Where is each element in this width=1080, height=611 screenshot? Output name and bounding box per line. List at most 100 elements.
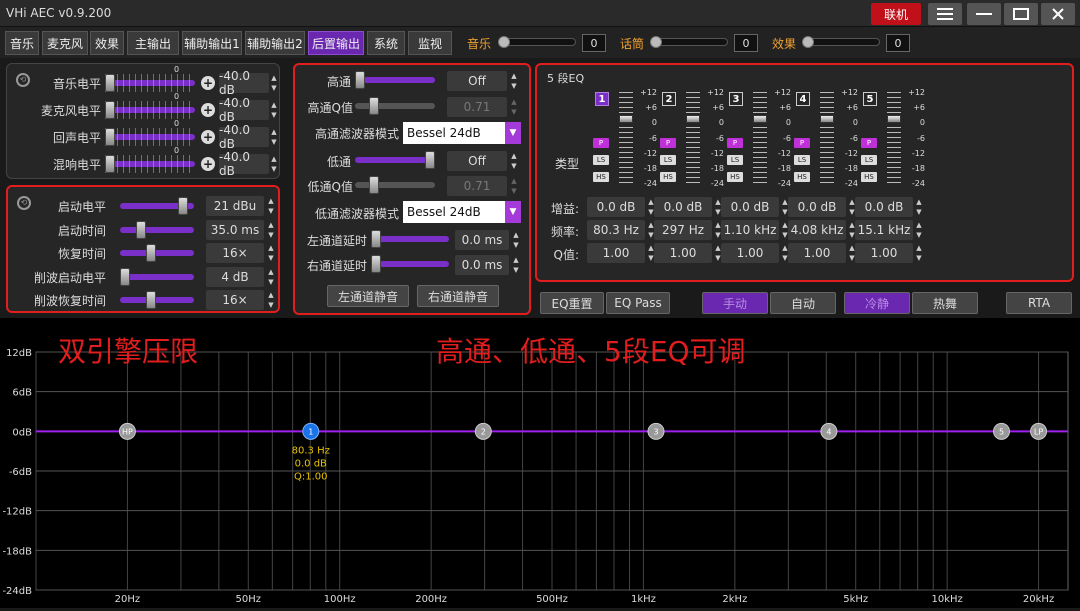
- eq-freq-spin[interactable]: ▲ ▼: [914, 220, 924, 240]
- eq-band-number[interactable]: 5: [863, 92, 877, 106]
- connect-button[interactable]: 联机: [871, 3, 921, 25]
- menu-icon[interactable]: [928, 3, 962, 25]
- limiter-thumb[interactable]: [178, 197, 188, 215]
- level-value[interactable]: -40.0 dB: [219, 69, 269, 97]
- tab-mic[interactable]: 麦克风: [42, 31, 88, 55]
- limiter-thumb[interactable]: [146, 244, 156, 262]
- eq-reset-button[interactable]: EQ重置: [540, 292, 604, 314]
- mic-volume-knob[interactable]: [650, 36, 662, 48]
- eq-gain-knob[interactable]: [619, 115, 633, 123]
- eq-type-button[interactable]: P: [593, 138, 609, 148]
- right-delay-spin[interactable]: ▲ ▼: [511, 255, 521, 275]
- eq-freq-value[interactable]: 80.3 Hz: [587, 220, 645, 240]
- eq-gain-knob[interactable]: [686, 115, 700, 123]
- eq-q-value[interactable]: 1.00: [721, 243, 779, 263]
- hot-button[interactable]: 热舞: [912, 292, 978, 314]
- eq-gain-knob[interactable]: [887, 115, 901, 123]
- lowpass-slider[interactable]: [355, 157, 435, 163]
- eq-type-button[interactable]: HS: [794, 172, 810, 182]
- highq-value[interactable]: 0.71: [447, 97, 507, 117]
- highpass-spin[interactable]: ▲ ▼: [509, 71, 519, 91]
- eq-freq-value[interactable]: 297 Hz: [654, 220, 712, 240]
- limiter-value[interactable]: 16×: [206, 290, 264, 310]
- eq-type-button[interactable]: HS: [593, 172, 609, 182]
- link-icon[interactable]: ⟲: [16, 73, 30, 87]
- limiter-value[interactable]: 4 dB: [206, 266, 264, 287]
- highq-thumb[interactable]: [369, 97, 379, 115]
- eq-gain-knob[interactable]: [753, 115, 767, 123]
- level-spin[interactable]: ▲ ▼: [269, 73, 279, 93]
- eq-band-number[interactable]: 4: [796, 92, 810, 106]
- level-value[interactable]: -40.0 dB: [219, 150, 269, 178]
- manual-button[interactable]: 手动: [702, 292, 768, 314]
- eq-gain-slider[interactable]: [753, 92, 767, 184]
- eq-band-number[interactable]: 3: [729, 92, 743, 106]
- limiter-spin[interactable]: ▲ ▼: [266, 220, 276, 240]
- eq-type-button[interactable]: LS: [660, 155, 676, 165]
- tab-rear-out[interactable]: 后置输出: [308, 31, 364, 55]
- limiter-value[interactable]: 21 dBu: [206, 196, 264, 216]
- highq-spin[interactable]: ▲ ▼: [509, 97, 519, 117]
- eq-freq-value[interactable]: 4.08 kHz: [788, 220, 846, 240]
- tab-effect[interactable]: 效果: [90, 31, 124, 55]
- eq-q-spin[interactable]: ▲ ▼: [914, 243, 924, 263]
- eq-type-button[interactable]: P: [794, 138, 810, 148]
- eq-type-button[interactable]: P: [861, 138, 877, 148]
- limiter-spin[interactable]: ▲ ▼: [266, 267, 276, 287]
- eq-q-value[interactable]: 1.00: [654, 243, 712, 263]
- eq-type-button[interactable]: P: [660, 138, 676, 148]
- tab-aux-out-2[interactable]: 辅助输出2: [245, 31, 305, 55]
- level-value[interactable]: -40.0 dB: [219, 123, 269, 151]
- eq-type-button[interactable]: P: [727, 138, 743, 148]
- level-thumb[interactable]: [105, 128, 115, 146]
- eq-q-value[interactable]: 1.00: [855, 243, 913, 263]
- left-delay-spin[interactable]: ▲ ▼: [511, 230, 521, 250]
- hp-mode-select[interactable]: Bessel 24dB ▼: [403, 122, 521, 144]
- eq-gain-slider[interactable]: [686, 92, 700, 184]
- limiter-slider[interactable]: [120, 273, 194, 280]
- eq-gain-spin[interactable]: ▲ ▼: [914, 197, 924, 217]
- eq-gain-value[interactable]: 0.0 dB: [855, 197, 913, 217]
- tab-main-out[interactable]: 主输出: [127, 31, 179, 55]
- level-thumb[interactable]: [105, 155, 115, 173]
- plus-icon[interactable]: +: [201, 76, 215, 90]
- left-delay-thumb[interactable]: [371, 230, 381, 248]
- limiter-slider[interactable]: [120, 297, 194, 303]
- tab-aux-out-1[interactable]: 辅助输出1: [182, 31, 242, 55]
- minimize-icon[interactable]: [967, 3, 1001, 25]
- lowq-spin[interactable]: ▲ ▼: [509, 176, 519, 196]
- lp-mode-select[interactable]: Bessel 24dB ▼: [403, 201, 521, 223]
- lowpass-spin[interactable]: ▲ ▼: [509, 151, 519, 171]
- music-volume-knob[interactable]: [498, 36, 510, 48]
- eq-gain-knob[interactable]: [820, 115, 834, 123]
- eq-gain-value[interactable]: 0.0 dB: [587, 197, 645, 217]
- lowpass-thumb[interactable]: [425, 151, 435, 169]
- limiter-spin[interactable]: ▲ ▼: [266, 196, 276, 216]
- plus-icon[interactable]: +: [201, 157, 215, 171]
- rta-button[interactable]: RTA: [1006, 292, 1072, 314]
- right-delay-value[interactable]: 0.0 ms: [455, 255, 509, 275]
- eq-type-button[interactable]: LS: [794, 155, 810, 165]
- level-spin[interactable]: ▲ ▼: [269, 154, 279, 174]
- eq-type-button[interactable]: LS: [593, 155, 609, 165]
- limiter-thumb[interactable]: [146, 291, 156, 309]
- level-value[interactable]: -40.0 dB: [219, 96, 269, 124]
- tab-system[interactable]: 系统: [367, 31, 405, 55]
- highpass-thumb[interactable]: [355, 71, 365, 89]
- lowpass-value[interactable]: Off: [447, 151, 507, 171]
- eq-pass-button[interactable]: EQ Pass: [606, 292, 670, 314]
- right-delay-thumb[interactable]: [371, 255, 381, 273]
- level-spin[interactable]: ▲ ▼: [269, 100, 279, 120]
- limiter-thumb[interactable]: [136, 220, 146, 239]
- eq-gain-slider[interactable]: [619, 92, 633, 184]
- eq-q-value[interactable]: 1.00: [788, 243, 846, 263]
- eq-type-button[interactable]: HS: [660, 172, 676, 182]
- eq-band-number[interactable]: 1: [595, 92, 609, 106]
- level-spin[interactable]: ▲ ▼: [269, 127, 279, 147]
- limiter-slider[interactable]: [120, 250, 194, 256]
- eq-gain-value[interactable]: 0.0 dB: [788, 197, 846, 217]
- lowq-slider[interactable]: [355, 182, 435, 188]
- eq-q-value[interactable]: 1.00: [587, 243, 645, 263]
- tab-monitor[interactable]: 监视: [408, 31, 452, 55]
- close-icon[interactable]: [1041, 3, 1075, 25]
